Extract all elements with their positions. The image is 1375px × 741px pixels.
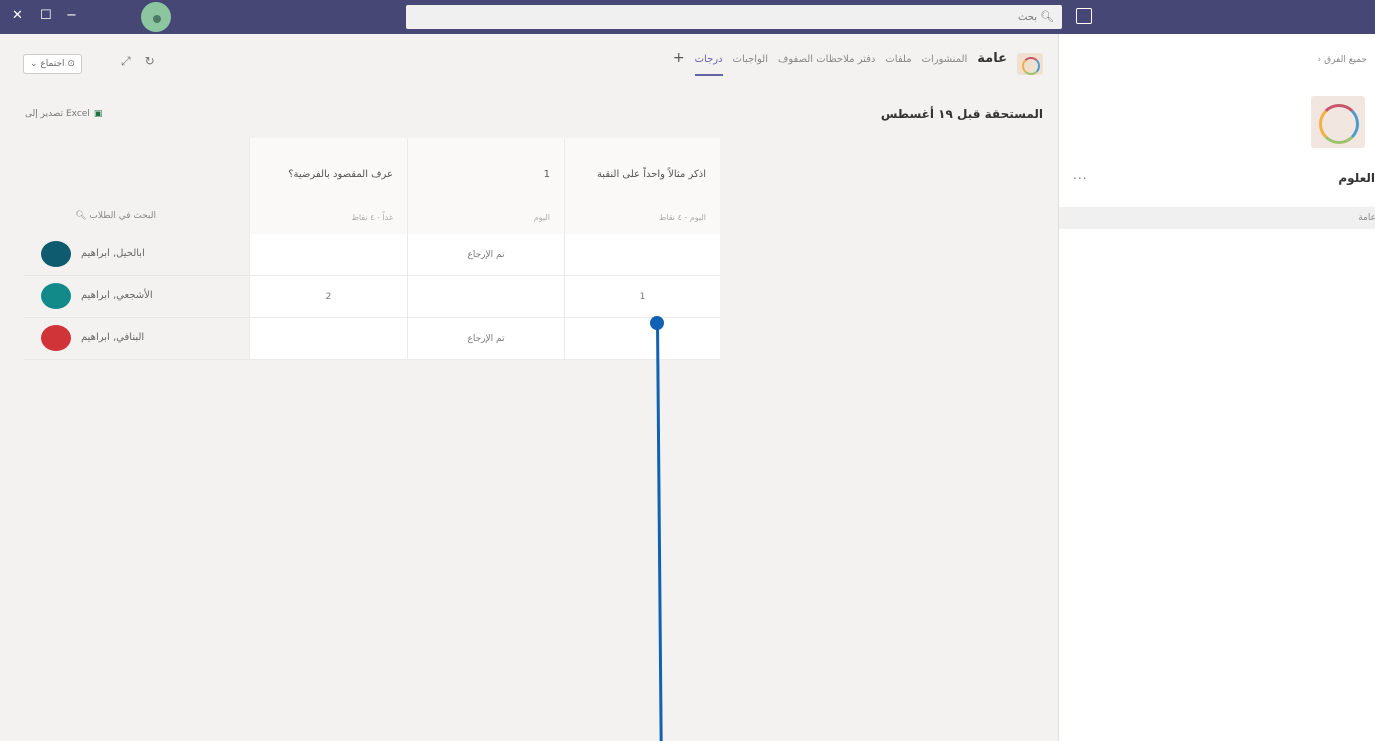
title-bar: ✕ ☐ − 🔍︎بحث [0, 0, 1375, 34]
grade-cell[interactable] [564, 234, 720, 276]
table-row: البنافي, ابراهيم تم الإرجاع [24, 318, 720, 360]
team-logo [1311, 96, 1365, 148]
avatar [41, 283, 71, 309]
grade-cell[interactable]: تم الإرجاع [407, 318, 564, 360]
team-panel: جميع الفرق ‹ العلوم ... عامة [1058, 34, 1375, 741]
channel-item-general[interactable]: عامة [1059, 207, 1375, 229]
team-name: العلوم [1338, 171, 1375, 185]
grade-cell[interactable]: 1 [564, 276, 720, 318]
tab-posts[interactable]: المنشورات [922, 54, 968, 65]
grade-cell[interactable] [249, 234, 407, 276]
compose-icon[interactable] [1076, 8, 1092, 24]
minimize-window-icon[interactable]: − [66, 8, 77, 24]
table-row: الأشجعي, ابراهيم 1 2 [24, 276, 720, 318]
meet-button[interactable]: ⊙ اجتماع ⌄ [23, 54, 82, 74]
grade-cell[interactable]: 2 [249, 276, 407, 318]
grade-cell[interactable]: تم الإرجاع [407, 234, 564, 276]
grade-cell[interactable] [249, 318, 407, 360]
team-icon [1017, 53, 1043, 75]
assignment-column-header[interactable]: اذكر مثالاً واحداً على النقبة اليوم - ٤ … [564, 138, 720, 234]
tab-assignments[interactable]: الواجبات [733, 54, 768, 65]
avatar [41, 241, 71, 267]
excel-icon: ▣ [93, 109, 103, 119]
maximize-window-icon[interactable]: ☐ [40, 8, 52, 24]
tab-class-notebook[interactable]: دفتر ملاحظات الصفوف [778, 54, 875, 65]
add-tab-button[interactable]: + [673, 50, 685, 66]
search-icon: 🔍︎ [75, 211, 87, 221]
student-cell[interactable]: ابالحيل, ابراهيم [24, 234, 249, 276]
student-cell[interactable]: البنافي, ابراهيم [24, 318, 249, 360]
more-options-icon[interactable]: ... [1073, 168, 1087, 182]
user-avatar[interactable] [141, 2, 171, 32]
expand-icon[interactable]: ⤢ [121, 54, 131, 69]
search-icon: 🔍︎ [1040, 10, 1054, 23]
video-icon: ⊙ [64, 59, 75, 69]
chevron-left-icon: ‹ [1317, 55, 1322, 65]
grade-cell[interactable] [564, 318, 720, 360]
close-window-icon[interactable]: ✕ [12, 8, 23, 24]
table-row: ابالحيل, ابراهيم تم الإرجاع [24, 234, 720, 276]
assignment-column-header[interactable]: عرف المقصود بالفرضية؟ غداً - ٤ نقاط [249, 138, 407, 234]
grade-cell[interactable] [407, 276, 564, 318]
avatar [41, 325, 71, 351]
main-content: عامة المنشورات ملفات دفتر ملاحظات الصفوف… [8, 34, 1055, 741]
refresh-icon[interactable]: ↻ [145, 54, 155, 69]
export-excel-button[interactable]: تصدير إلى Excel ▣ [25, 109, 102, 119]
all-teams-link[interactable]: جميع الفرق ‹ [1318, 55, 1367, 65]
due-header: المستحقة قبل ١٩ أغسطس [880, 107, 1043, 121]
channel-tab-bar: عامة المنشورات ملفات دفتر ملاحظات الصفوف… [8, 34, 1055, 90]
assignment-column-header[interactable]: 1 اليوم [407, 138, 564, 234]
student-cell[interactable]: الأشجعي, ابراهيم [24, 276, 249, 318]
student-search-input[interactable]: البحث في الطلاب 🔍︎ [30, 211, 156, 221]
tab-grades[interactable]: درجات [694, 54, 723, 76]
channel-name: عامة [977, 51, 1007, 66]
tab-files[interactable]: ملفات [885, 54, 911, 65]
search-input[interactable]: 🔍︎بحث [406, 5, 1062, 29]
